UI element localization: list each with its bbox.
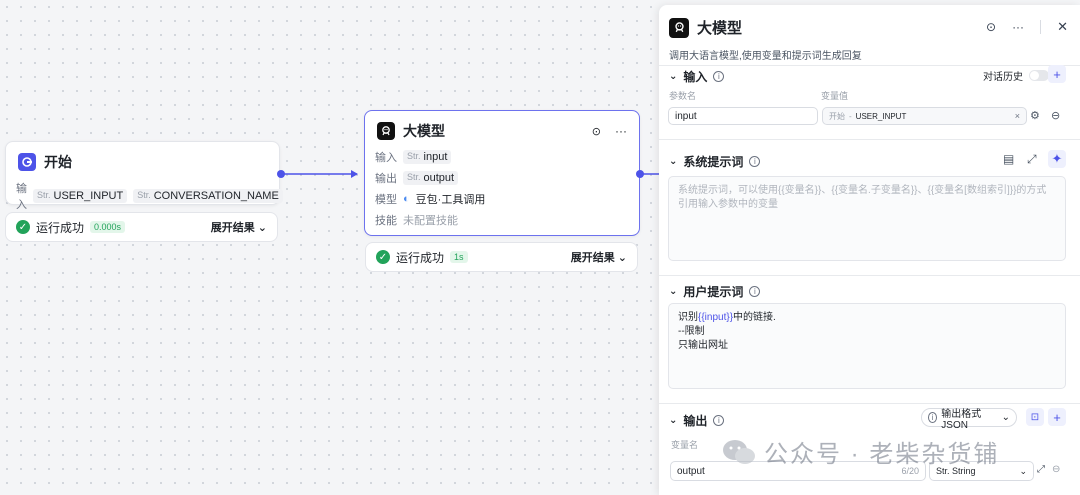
close-icon[interactable]: ✕: [1057, 19, 1068, 35]
var-value-header: 变量值: [821, 91, 849, 101]
remove-icon[interactable]: ⊖: [1051, 109, 1060, 122]
start-status-bar: ✓ 运行成功 0.000s 展开结果 ⌄: [5, 212, 278, 242]
settings-icon[interactable]: ⚙: [1030, 109, 1040, 122]
clear-icon: ×: [1014, 111, 1020, 121]
start-node[interactable]: 开始 输入 Str. USER_INPUT Str. CONVERSATION_NA…: [5, 141, 283, 211]
info-icon: i: [749, 156, 761, 167]
chevron-down-icon: ⌄: [1001, 412, 1010, 423]
llm-input-label: 输入: [375, 152, 397, 164]
watermark: 公众号 · 老柴杂货铺: [722, 434, 999, 469]
skill-value: 未配置技能: [403, 215, 458, 227]
doubao-icon: ◐: [403, 193, 410, 205]
info-icon: i: [928, 412, 938, 423]
llm-icon: [669, 17, 689, 38]
start-output-port[interactable]: [277, 170, 285, 178]
output-section-header[interactable]: ⌄ 输出 i: [669, 412, 725, 429]
llm-output-label: 输出: [375, 173, 397, 185]
llm-node[interactable]: 大模型 ⊙ ··· 输入 Str. input 输出 Str. output 模型 ◐ 豆包…: [364, 110, 640, 236]
start-node-title: 开始: [44, 154, 72, 170]
llm-skill-label: 技能: [375, 215, 397, 227]
add-output-button[interactable]: +: [1048, 408, 1066, 426]
success-check-icon: ✓: [16, 220, 30, 234]
start-input-tag: Str. USER_INPUT: [33, 189, 128, 203]
param-name-input[interactable]: input: [668, 107, 818, 125]
var-name-header: 变量名: [671, 440, 699, 450]
success-check-icon: ✓: [376, 250, 390, 264]
model-name: 豆包·工具调用: [415, 194, 486, 206]
status-text: 运行成功: [36, 220, 85, 235]
info-icon: i: [749, 286, 761, 297]
llm-config-panel: 大模型 ⊙ ··· ✕ 调用大语言模型,使用变量和提示词生成回复 ⌄ 输入 i …: [659, 5, 1080, 495]
llm-icon: [377, 122, 395, 140]
chevron-down-icon: ⌄: [669, 71, 678, 82]
more-icon[interactable]: ···: [615, 124, 627, 138]
start-input-tag: Str. CONVERSATION_NAME: [133, 189, 283, 203]
llm-node-title: 大模型: [403, 123, 445, 139]
llm-output-tag: Str. output: [403, 171, 459, 185]
panel-title: 大模型: [697, 20, 743, 37]
var-value-select[interactable]: 开始 - USER_INPUT ×: [822, 107, 1027, 125]
library-icon[interactable]: ▤: [1003, 152, 1014, 166]
system-prompt-header[interactable]: ⌄ 系统提示词 i: [669, 153, 761, 170]
info-icon: i: [713, 71, 725, 82]
run-icon[interactable]: ⊙: [986, 20, 996, 34]
start-input-label: 输入: [16, 183, 27, 211]
system-prompt-textarea[interactable]: 系统提示词，可以使用{{变量名}}、{{变量名.子变量名}}、{{变量名[数组索…: [668, 176, 1066, 261]
llm-status-bar: ✓ 运行成功 1s 展开结果 ⌄: [365, 242, 638, 272]
panel-subtitle: 调用大语言模型,使用变量和提示词生成回复: [669, 51, 862, 62]
time-badge: 0.000s: [90, 221, 126, 233]
history-toggle[interactable]: [1029, 70, 1049, 81]
ai-optimize-icon[interactable]: ✦: [1048, 150, 1066, 168]
expand-icon[interactable]: ⤢: [1037, 464, 1045, 475]
chevron-down-icon: ⌄: [669, 156, 678, 167]
user-prompt-textarea[interactable]: 识别{{input}}中的链接. --限制 只输出网址: [668, 303, 1066, 389]
llm-input-tag: Str. input: [403, 150, 452, 164]
input-section-header[interactable]: ⌄ 输入 i: [669, 68, 725, 85]
expand-icon[interactable]: ⤢: [1027, 152, 1037, 167]
start-icon: [18, 153, 36, 171]
llm-output-port[interactable]: [636, 170, 644, 178]
chevron-down-icon: ⌄: [257, 222, 267, 234]
import-icon[interactable]: ⊡: [1026, 408, 1044, 426]
add-input-button[interactable]: +: [1048, 65, 1066, 83]
info-icon: i: [713, 415, 725, 426]
user-prompt-header[interactable]: ⌄ 用户提示词 i: [669, 283, 761, 300]
status-text: 运行成功: [396, 250, 445, 265]
param-name-header: 参数名: [669, 91, 697, 101]
chevron-down-icon: ⌄: [669, 286, 678, 297]
chevron-down-icon: ⌄: [1019, 465, 1027, 476]
expand-results-button[interactable]: 展开结果 ⌄: [211, 219, 267, 235]
llm-model-label: 模型: [375, 194, 397, 206]
expand-results-button[interactable]: 展开结果 ⌄: [571, 249, 627, 265]
chevron-down-icon: ⌄: [617, 252, 627, 264]
history-label: 对话历史: [983, 72, 1023, 83]
wechat-icon: [723, 439, 755, 464]
time-badge: 1s: [450, 251, 468, 263]
run-icon[interactable]: ⊙: [592, 125, 601, 138]
remove-icon[interactable]: ⊖: [1052, 464, 1060, 475]
output-format-select[interactable]: i 输出格式 JSON ⌄: [921, 408, 1017, 431]
chevron-down-icon: ⌄: [669, 415, 678, 426]
more-icon[interactable]: ···: [1012, 20, 1024, 34]
input-section-title: 输入: [683, 70, 708, 84]
